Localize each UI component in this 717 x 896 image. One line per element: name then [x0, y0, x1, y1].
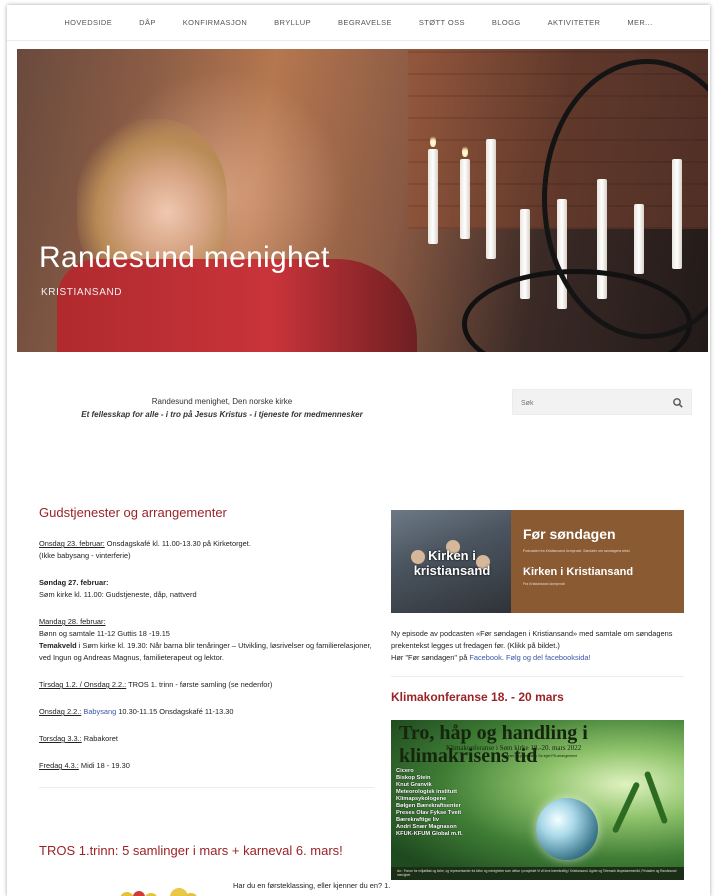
babysang-link[interactable]: Babysang	[83, 707, 116, 716]
speaker: Cicero	[396, 768, 414, 774]
event-text: Midi 18 - 19.30	[78, 761, 130, 770]
search-icon[interactable]	[672, 397, 684, 409]
podcast-description: Ny episode av podcasten «Før søndagen i …	[391, 628, 684, 664]
nav-aktiviteter[interactable]: AKTIVITETER	[548, 18, 601, 27]
follow-facebook-link[interactable]: Følg og del facebooksida!	[506, 653, 591, 662]
site-title: Randesund menighet	[39, 241, 330, 274]
nav-stott-oss[interactable]: STØTT OSS	[419, 18, 465, 27]
site-subtitle: KRISTIANSAND	[41, 287, 123, 298]
nav-blogg[interactable]: BLOGG	[492, 18, 521, 27]
podcast-text: Ny episode av podcasten «Før søndagen i …	[391, 629, 673, 650]
sidebar: Kirken i kristiansand Før søndagen Podca…	[391, 510, 684, 880]
tros-section: TROS 1.trinn: 5 samlinger i mars + karne…	[39, 843, 390, 896]
fern	[643, 770, 669, 825]
tros-illustration	[120, 888, 197, 896]
tros-title: TROS 1.trinn: 5 samlinger i mars + karne…	[39, 843, 343, 858]
nav-dap[interactable]: DÅP	[139, 18, 156, 27]
search-input[interactable]	[521, 396, 671, 410]
poster-footer-text: Arr.: Forum for miljøtiltak og kirke, og…	[397, 869, 677, 877]
event-text: TROS 1. trinn - første samling (se neden…	[126, 680, 273, 689]
event-item: Tirsdag 1.2. / Onsdag 2.2.: TROS 1. trin…	[39, 679, 374, 691]
event-item: Mandag 28. februar: Bønn og samtale 11-1…	[39, 616, 374, 664]
speaker: Bærekraftige liv	[396, 817, 439, 823]
poster-subtitle: Klimakonferanse i Søm kirke 18.-20. mars…	[446, 744, 582, 752]
candle-flame-icon	[430, 135, 436, 147]
speaker: Biskop Stein	[396, 775, 431, 781]
intro-tagline: Et fellesskap for alle - i tro på Jesus …	[81, 410, 363, 419]
speaker: Knut Granvik	[396, 782, 432, 788]
search-box	[512, 389, 692, 415]
event-date: Søndag 27. februar:	[39, 578, 109, 587]
top-navigation: HOVEDSIDE DÅP KONFIRMASJON BRYLLUP BEGRA…	[7, 5, 710, 41]
browser-page: HOVEDSIDE DÅP KONFIRMASJON BRYLLUP BEGRA…	[7, 5, 710, 896]
intro-line: Randesund menighet, Den norske kirke	[151, 397, 293, 406]
tros-text: Har du en førsteklassing, eller kjenner …	[233, 881, 391, 896]
poster-speakers: Cicero Biskop Stein Knut Granvik Meteoro…	[396, 768, 463, 838]
hero-candle-chandelier	[412, 59, 708, 352]
section-divider	[391, 676, 684, 677]
section-divider	[39, 787, 374, 788]
event-text: Søm kirke kl. 11.00: Gudstjeneste, dåp, …	[39, 590, 197, 599]
speaker: Andri Snær Magnason	[396, 824, 457, 830]
hero-banner: Randesund menighet KRISTIANSAND	[17, 49, 708, 352]
candle-flame-icon	[462, 145, 468, 157]
facebook-link[interactable]: Facebook	[469, 653, 501, 662]
candle	[428, 149, 438, 244]
event-date: Fredag 4.3.:	[39, 761, 79, 770]
event-text: Rabakoret	[81, 734, 118, 743]
nav-hovedside[interactable]: HOVEDSIDE	[64, 18, 112, 27]
events-title: Gudstjenester og arrangementer	[39, 505, 227, 520]
nav-bryllup[interactable]: BRYLLUP	[274, 18, 311, 27]
event-item: Onsdag 2.2.: Babysang 10.30-11.15 Onsdag…	[39, 706, 374, 718]
podcast-banner[interactable]: Kirken i kristiansand Før søndagen Podca…	[391, 510, 684, 613]
event-date: Onsdag 23. februar:	[39, 539, 105, 548]
event-text: Onsdagskafé kl. 11.00-13.30 på Kirketorg…	[104, 539, 251, 548]
candle	[460, 159, 470, 239]
event-item: Torsdag 3.3.: Rabakoret	[39, 733, 374, 745]
speaker: Meteorologisk institutt	[396, 789, 457, 795]
poster-footer: Arr.: Forum for miljøtiltak og kirke, og…	[391, 867, 684, 880]
event-text: i Søm kirke kl. 19.30: Når barna blir te…	[39, 641, 372, 662]
nav-begravelse[interactable]: BEGRAVELSE	[338, 18, 392, 27]
speaker: Bølgen Bærekraftsenter	[396, 803, 461, 809]
speaker: Preses Olav Fykse Tveit	[396, 810, 462, 816]
event-date: Torsdag 3.3.:	[39, 734, 82, 743]
podcast-brand-sub: Fra Kristiansand domprosti	[523, 582, 565, 586]
event-date: Mandag 28. februar:	[39, 617, 106, 626]
speaker: KFUK-KFUM Global m.fl.	[396, 831, 463, 837]
poster-program: Program og påmelding: Se eget FB-arrange…	[501, 754, 577, 758]
intro-text: Randesund menighet, Den norske kirke Et …	[47, 395, 397, 421]
event-date: Tirsdag 1.2. / Onsdag 2.2.:	[39, 680, 127, 689]
nav-mer[interactable]: MER...	[627, 18, 652, 27]
podcast-subtitle: Podcasten fra Kristiansand domprosti. Sa…	[523, 549, 630, 553]
event-highlight: Temakveld	[39, 641, 77, 650]
podcast-text-prefix: Hør "Før søndagen" på	[391, 653, 470, 662]
event-date: Onsdag 2.2.:	[39, 707, 82, 716]
event-item: Fredag 4.3.: Midi 18 - 19.30	[39, 760, 374, 772]
klima-title: Klimakonferanse 18. - 20 mars	[391, 690, 564, 704]
events-section: Gudstjenester og arrangementer Onsdag 23…	[39, 505, 374, 802]
klima-poster[interactable]: Tro, håp og handling i klimakrisens tid …	[391, 720, 684, 880]
podcast-brand: Kirken i Kristiansand	[523, 566, 634, 578]
event-text: 10.30-11.15 Onsdagskafé 11-13.30	[116, 707, 234, 716]
globe-icon	[536, 798, 598, 860]
nav-konfirmasjon[interactable]: KONFIRMASJON	[183, 18, 247, 27]
fern	[611, 781, 641, 834]
event-text: Bønn og samtale 11-12 Guttis 18 -19.15	[39, 629, 170, 638]
candle	[486, 139, 496, 259]
event-item: Onsdag 23. februar: Onsdagskafé kl. 11.0…	[39, 538, 374, 562]
podcast-title: Før søndagen	[523, 526, 616, 542]
event-text: (Ikke babysang - vinterferie)	[39, 551, 131, 560]
podcast-photo-caption: Kirken i kristiansand	[413, 548, 491, 578]
speaker: Klimapsykologene	[396, 796, 447, 802]
event-item: Søndag 27. februar: Søm kirke kl. 11.00:…	[39, 577, 374, 601]
